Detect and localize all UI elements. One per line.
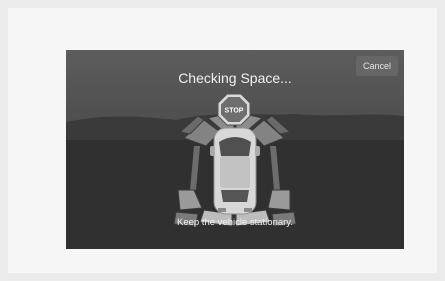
display-bezel: STOP Checking Space... Cancel Keep the v… bbox=[8, 8, 437, 273]
stop-sign-icon: STOP bbox=[217, 93, 251, 126]
page-title: Checking Space... bbox=[178, 70, 292, 86]
status-message: Keep the vehicle stationary. bbox=[176, 217, 293, 228]
cancel-button[interactable]: Cancel bbox=[356, 56, 398, 76]
stop-label: STOP bbox=[225, 108, 244, 115]
vehicle-top-view bbox=[210, 127, 260, 215]
parking-assist-screen: STOP Checking Space... Cancel Keep the v… bbox=[66, 50, 404, 249]
